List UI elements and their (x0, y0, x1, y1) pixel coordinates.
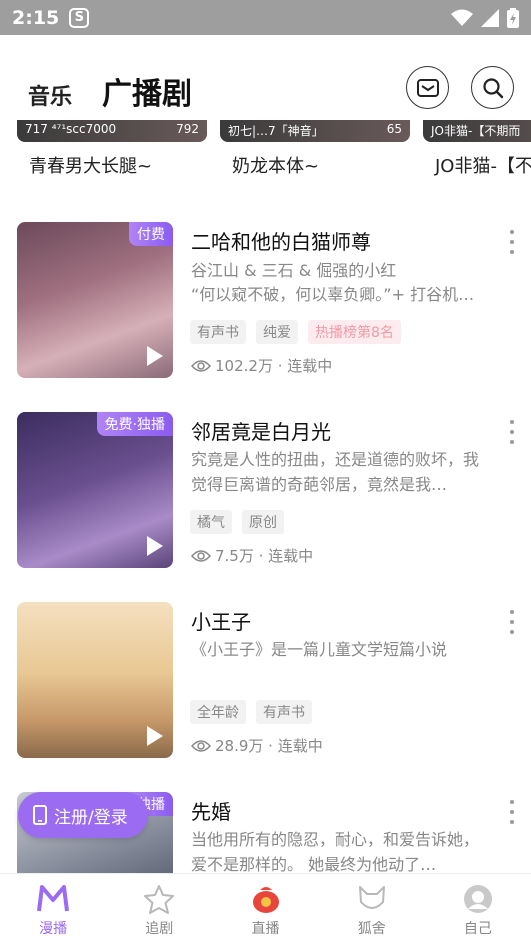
strip-card[interactable]: 初七|…7「神音」 65 奶龙本体~ (220, 120, 410, 178)
tag-chip[interactable]: 全年龄 (190, 700, 246, 724)
play-icon[interactable] (147, 346, 163, 366)
item-stats: 7.5万 · 连载中 (191, 545, 313, 566)
avatar-icon (463, 885, 492, 913)
tab-music[interactable]: 音乐 (28, 79, 72, 111)
recommend-strip: 717 ⁴⁷¹scc7000 792 青春男大长腿~ 初七|…7「神音」 65 … (0, 120, 531, 190)
phone-icon (33, 805, 47, 825)
item-desc: “何以窥不破，何以辜负卿。”+ 打谷机… (191, 285, 475, 304)
more-options-icon[interactable] (504, 800, 520, 824)
tag-chip[interactable]: 有声书 (256, 700, 312, 724)
item-stats: 102.2万 · 连载中 (191, 355, 332, 376)
login-register-button[interactable]: 注册/登录 (18, 792, 148, 838)
item-tags: 有声书 纯爱 热播榜第8名 (190, 320, 401, 344)
play-icon[interactable] (147, 726, 163, 746)
strip-thumb: 717 ⁴⁷¹scc7000 792 (17, 120, 207, 142)
tab-label: 狐舍 (357, 921, 386, 937)
tab-label: 自己 (463, 921, 492, 937)
tab-manbo[interactable]: 漫播 (0, 874, 106, 944)
item-title: 小王子 (191, 610, 251, 634)
mail-button[interactable] (406, 66, 449, 109)
tab-live[interactable]: 直播 (212, 874, 318, 944)
eye-icon (191, 739, 211, 752)
tag-chip[interactable]: 原创 (242, 510, 284, 534)
cover-image: 免费·独播 (17, 412, 173, 568)
tag-chip[interactable]: 橘气 (190, 510, 232, 534)
mail-icon (416, 78, 439, 97)
strip-title: 青春男大长腿~ (29, 156, 153, 177)
strip-title: JO非猫-【不 (435, 156, 531, 177)
strip-thumb-host: 初七|…7「神音」 (228, 124, 324, 138)
battery-icon (507, 7, 519, 28)
tab-follow[interactable]: 追剧 (106, 874, 212, 944)
item-authors: 谷江山 & 三石 & 倔强的小红 (191, 261, 397, 280)
wifi-icon (451, 9, 473, 26)
strip-thumb-count: 792 (176, 122, 199, 136)
strip-card[interactable]: 717 ⁴⁷¹scc7000 792 青春男大长腿~ (17, 120, 207, 178)
item-tags: 全年龄 有声书 (190, 700, 312, 724)
item-desc: 究竟是人性的扭曲，还是道德的败坏，我觉得巨离谱的奇葩邻居，竟然是我… (191, 450, 480, 494)
tag-chip[interactable]: 有声书 (190, 320, 246, 344)
strip-thumb: JO非猫-【不期而 (423, 120, 531, 142)
more-options-icon[interactable] (504, 230, 520, 254)
cover-image (17, 602, 173, 758)
strip-card[interactable]: JO非猫-【不期而 JO非猫-【不 (423, 120, 531, 178)
free-exclusive-badge: 免费·独播 (96, 412, 173, 436)
list-item[interactable]: 小王子 《小王子》是一篇儿童文学短篇小说 全年龄 有声书 28.9万 · 连载中 (0, 602, 531, 762)
star-icon (144, 885, 175, 914)
item-desc: 当他用所有的隐忍，耐心，和爱告诉她，爱不是那样的。 她最终为他动了… (191, 830, 480, 873)
item-stats-text: 7.5万 · 连载中 (215, 547, 314, 565)
strip-thumb-host: 717 ⁴⁷¹scc7000 (25, 122, 117, 136)
login-register-label: 注册/登录 (54, 807, 128, 828)
strip-thumb-count: 65 (386, 122, 402, 136)
bottom-tab-bar: 漫播 追剧 直播 狐舍 自己 (0, 873, 531, 944)
eye-icon (191, 359, 211, 372)
signal-icon (481, 8, 499, 27)
status-icons (451, 7, 519, 28)
item-desc: 《小王子》是一篇儿童文学短篇小说 (191, 640, 448, 659)
cover-image: 付费 (17, 222, 173, 378)
eye-icon (191, 549, 211, 562)
paid-badge: 付费 (129, 222, 173, 246)
item-title: 二哈和他的白猫师尊 (191, 230, 371, 254)
list-item[interactable]: 免费·独播 邻居竟是白月光 究竟是人性的扭曲，还是道德的败坏，我觉得巨离谱的奇葩… (0, 412, 531, 572)
more-options-icon[interactable] (504, 420, 520, 444)
strip-thumb-host: JO非猫-【不期而 (431, 124, 521, 138)
top-header: 音乐 广播剧 (0, 35, 531, 120)
s-icon: S (69, 7, 90, 28)
tab-label: 直播 (251, 921, 280, 937)
status-bar: 2:15 S (0, 0, 531, 35)
m-logo-icon (37, 885, 70, 912)
tab-radio-drama[interactable]: 广播剧 (102, 69, 192, 113)
list-item[interactable]: 付费 二哈和他的白猫师尊 谷江山 & 三石 & 倔强的小红 “何以窥不破，何以辜… (0, 222, 531, 382)
item-stats-text: 28.9万 · 连载中 (215, 737, 323, 755)
strip-thumb: 初七|…7「神音」 65 (220, 120, 410, 142)
item-stats-text: 102.2万 · 连载中 (215, 357, 333, 375)
search-button[interactable] (471, 66, 514, 109)
tab-label: 漫播 (39, 921, 68, 937)
tab-label: 追剧 (145, 921, 174, 937)
more-options-icon[interactable] (504, 610, 520, 634)
strip-title: 奶龙本体~ (232, 156, 320, 177)
tab-me[interactable]: 自己 (425, 874, 531, 944)
tab-fox-house[interactable]: 狐舍 (319, 874, 425, 944)
item-stats: 28.9万 · 连载中 (191, 735, 323, 756)
live-bag-icon (252, 887, 279, 913)
tag-chip[interactable]: 纯爱 (256, 320, 298, 344)
hot-rank-chip[interactable]: 热播榜第8名 (308, 320, 401, 344)
fox-icon (358, 886, 385, 909)
item-title: 邻居竟是白月光 (191, 420, 331, 444)
search-icon (482, 77, 503, 98)
item-title: 先婚 (191, 800, 231, 824)
status-time: 2:15 (12, 6, 60, 29)
item-tags: 橘气 原创 (190, 510, 284, 534)
play-icon[interactable] (147, 536, 163, 556)
